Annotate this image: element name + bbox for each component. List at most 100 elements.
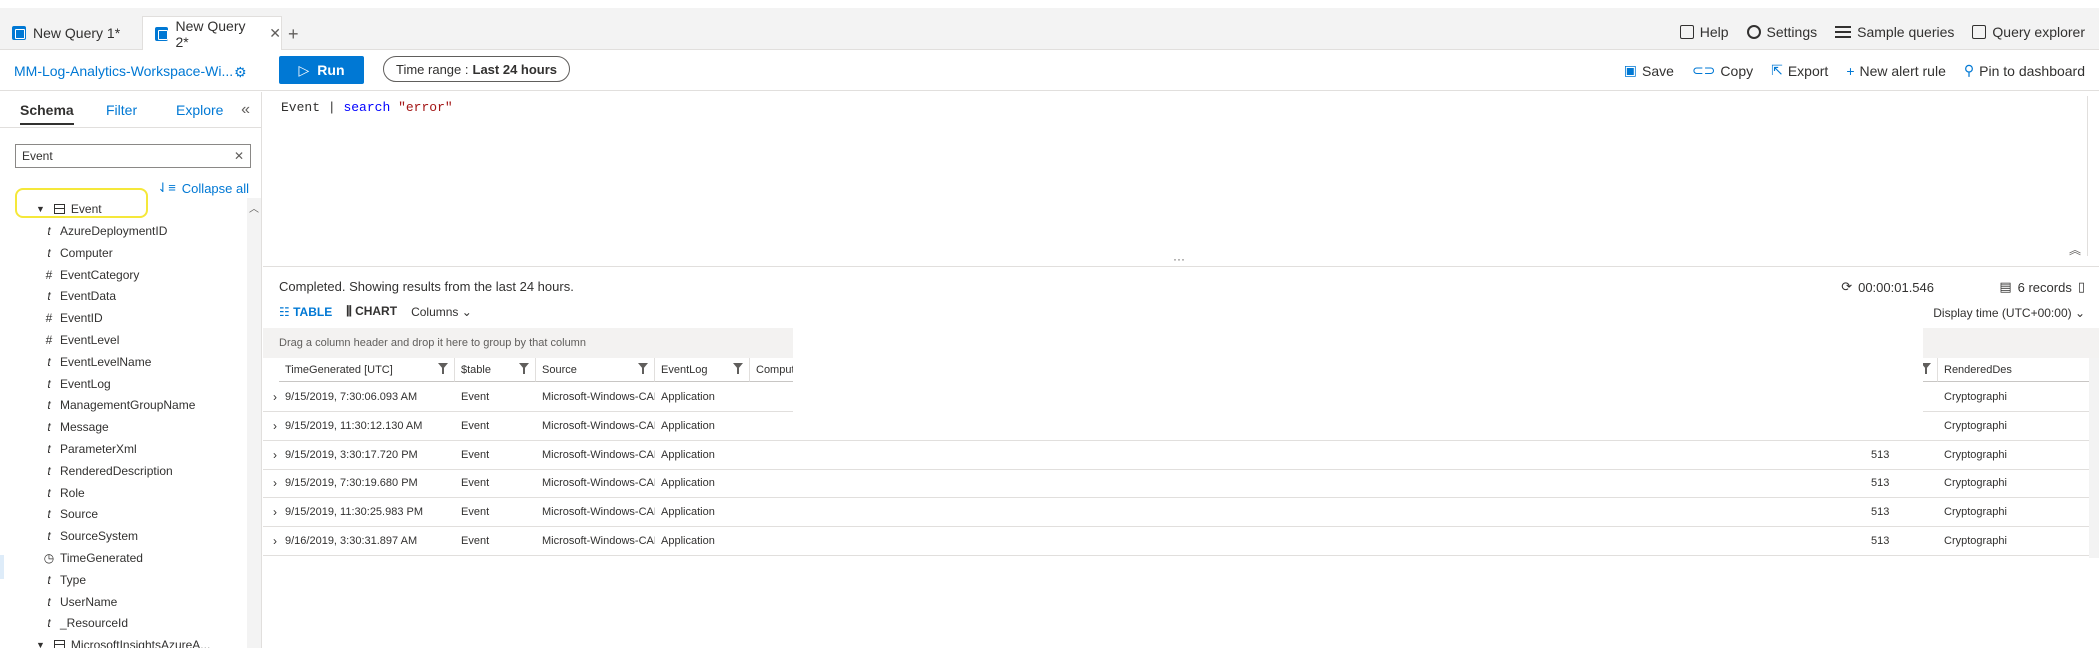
list-icon bbox=[1835, 26, 1852, 38]
results-pane: Completed. Showing results from the last… bbox=[263, 266, 2099, 648]
tab-filter[interactable]: Filter bbox=[106, 102, 137, 118]
help-link[interactable]: Help bbox=[1679, 24, 1729, 40]
tree-node-label: MicrosoftInsightsAzureA... bbox=[70, 638, 211, 648]
column-header[interactable]: Source bbox=[536, 358, 655, 382]
text-type-icon: t bbox=[47, 529, 51, 544]
tree-field[interactable]: t EventData bbox=[0, 285, 116, 307]
query-tab-1[interactable]: New Query 1* bbox=[0, 16, 140, 50]
tree-field[interactable]: t AzureDeploymentID bbox=[0, 220, 167, 242]
highlight-annotation bbox=[15, 188, 148, 218]
expand-row-icon[interactable]: › bbox=[273, 476, 277, 490]
expand-row-icon[interactable]: › bbox=[273, 390, 277, 404]
query-tab-2[interactable]: New Query 2* ✕ bbox=[142, 16, 282, 50]
tree-field[interactable]: ◷ TimeGenerated bbox=[0, 547, 143, 569]
pin-icon: ⚲ bbox=[1963, 62, 1975, 78]
filter-icon[interactable] bbox=[733, 363, 743, 375]
copy-results-icon[interactable]: ▯ bbox=[2078, 279, 2085, 295]
column-header[interactable]: RenderedDes bbox=[1938, 358, 2099, 382]
tab-table[interactable]: ☷ TABLE bbox=[279, 305, 332, 319]
query-text[interactable]: Event | search "error" bbox=[281, 100, 453, 115]
schema-search-input[interactable]: Event ✕ bbox=[15, 144, 251, 168]
filter-icon[interactable] bbox=[519, 363, 529, 375]
resize-handle[interactable]: ··· bbox=[1173, 252, 1185, 266]
text-type-icon: t bbox=[47, 507, 51, 522]
display-time-dropdown[interactable]: Display time (UTC+00:00) ⌄ bbox=[1933, 306, 2085, 320]
tree-field[interactable]: t Source bbox=[0, 503, 98, 525]
tab-explore[interactable]: Explore bbox=[176, 102, 223, 118]
pin-to-dashboard-button[interactable]: ⚲ Pin to dashboard bbox=[1964, 62, 2085, 79]
plus-icon: + bbox=[1846, 62, 1855, 79]
table-cell: Event bbox=[461, 448, 490, 461]
table-row[interactable]: › 9/16/2019, 3:30:31.897 AM Event Microsoft… bbox=[263, 527, 2099, 556]
tree-field[interactable]: t ManagementGroupName bbox=[0, 394, 195, 416]
query-tab-icon bbox=[12, 26, 26, 40]
query-explorer-link[interactable]: Query explorer bbox=[1972, 24, 2085, 40]
tree-field-label: EventLevelName bbox=[60, 354, 152, 369]
expand-row-icon[interactable]: › bbox=[273, 505, 277, 519]
expand-row-icon[interactable]: › bbox=[273, 534, 277, 548]
filter-icon[interactable] bbox=[438, 363, 448, 375]
collapse-panel-icon[interactable]: « bbox=[241, 101, 250, 119]
filter-settings-icon[interactable]: ⚙ bbox=[234, 64, 247, 81]
tab-schema[interactable]: Schema bbox=[20, 102, 74, 125]
tree-node-next[interactable]: ▼ MicrosoftInsightsAzureA... bbox=[0, 634, 210, 648]
tree-field[interactable]: t UserName bbox=[0, 591, 117, 613]
tree-field[interactable]: # EventLevel bbox=[0, 329, 120, 351]
close-icon[interactable]: ✕ bbox=[269, 25, 281, 42]
save-button[interactable]: ▣ Save bbox=[1624, 62, 1674, 79]
table-row[interactable]: › 9/15/2019, 3:30:17.720 PM Event Microsoft… bbox=[263, 441, 2099, 470]
collapse-icon: ⇃≡ bbox=[157, 180, 176, 195]
sample-queries-link[interactable]: Sample queries bbox=[1835, 24, 1954, 40]
tree-field[interactable]: t EventLog bbox=[0, 373, 110, 395]
editor-scrollbar[interactable] bbox=[2087, 96, 2099, 256]
expand-row-icon[interactable]: › bbox=[273, 448, 277, 462]
table-row[interactable]: › 9/15/2019, 11:30:25.983 PM Event Microsof… bbox=[263, 498, 2099, 528]
chevron-up-icon[interactable]: ︿ bbox=[249, 200, 259, 215]
columns-dropdown[interactable]: Columns ⌄ bbox=[411, 305, 472, 319]
schema-scrollbar[interactable]: ︿ bbox=[247, 198, 261, 648]
tree-field[interactable]: # EventID bbox=[0, 307, 103, 329]
query-tab-icon bbox=[155, 26, 169, 41]
export-button[interactable]: ⇱ Export bbox=[1771, 62, 1828, 79]
tree-field[interactable]: t EventLevelName bbox=[0, 351, 151, 373]
collapse-all-button[interactable]: ⇃≡ Collapse all bbox=[157, 180, 249, 196]
query-editor[interactable]: Event | search "error" ··· ︽ bbox=[263, 92, 2099, 266]
column-header[interactable]: TimeGenerated [UTC] bbox=[279, 358, 455, 382]
tree-field-label: Message bbox=[60, 420, 109, 435]
table-row[interactable]: › 9/15/2019, 7:30:19.680 PM Event Microsoft… bbox=[263, 469, 2099, 499]
table-cell: Cryptographi bbox=[1944, 391, 2007, 403]
tree-field[interactable]: t Type bbox=[0, 569, 86, 591]
table-cell: Application bbox=[661, 419, 715, 432]
caret-down-icon[interactable]: ▼ bbox=[36, 640, 45, 648]
new-alert-rule-button[interactable]: + New alert rule bbox=[1846, 62, 1946, 79]
tree-field[interactable]: t SourceSystem bbox=[0, 525, 138, 547]
results-scrollbar[interactable] bbox=[2089, 358, 2099, 558]
settings-link[interactable]: Settings bbox=[1746, 24, 1817, 40]
tree-field[interactable]: t RenderedDescription bbox=[0, 460, 172, 482]
selection-marker bbox=[0, 555, 4, 579]
time-range-button[interactable]: Time range : Last 24 hours bbox=[383, 56, 571, 82]
tree-field-label: Source bbox=[60, 507, 99, 522]
run-button[interactable]: ▷ Run bbox=[279, 56, 364, 84]
workspace-selector[interactable]: MM-Log-Analytics-Workspace-Wi... bbox=[14, 63, 233, 79]
expand-row-icon[interactable]: › bbox=[273, 419, 277, 433]
table-cell: Cryptographi bbox=[1944, 535, 2007, 547]
column-header[interactable]: EventLog bbox=[655, 358, 750, 382]
table-cell: Event bbox=[461, 419, 490, 432]
table-cell: Event bbox=[461, 391, 490, 403]
tree-field[interactable]: t _ResourceId bbox=[0, 612, 128, 634]
tree-field-label: EventLevel bbox=[60, 333, 120, 347]
column-header[interactable]: $table bbox=[455, 358, 536, 382]
add-tab-icon[interactable]: + bbox=[288, 24, 299, 45]
tree-field[interactable]: # EventCategory bbox=[0, 264, 140, 286]
clear-icon[interactable]: ✕ bbox=[234, 149, 244, 163]
filter-icon[interactable] bbox=[638, 363, 648, 375]
tree-field[interactable]: t Computer bbox=[0, 242, 112, 264]
tree-field[interactable]: t ParameterXml bbox=[0, 438, 136, 460]
copy-button[interactable]: ⊂⊃ Copy bbox=[1692, 62, 1753, 79]
tree-field[interactable]: t Role bbox=[0, 482, 84, 504]
chevron-up-double-icon[interactable]: ︽ bbox=[2069, 241, 2081, 258]
tab-chart[interactable]: ⫼ CHART bbox=[346, 304, 397, 319]
tree-field-label: SourceSystem bbox=[60, 529, 139, 544]
tree-field[interactable]: t Message bbox=[0, 416, 109, 438]
